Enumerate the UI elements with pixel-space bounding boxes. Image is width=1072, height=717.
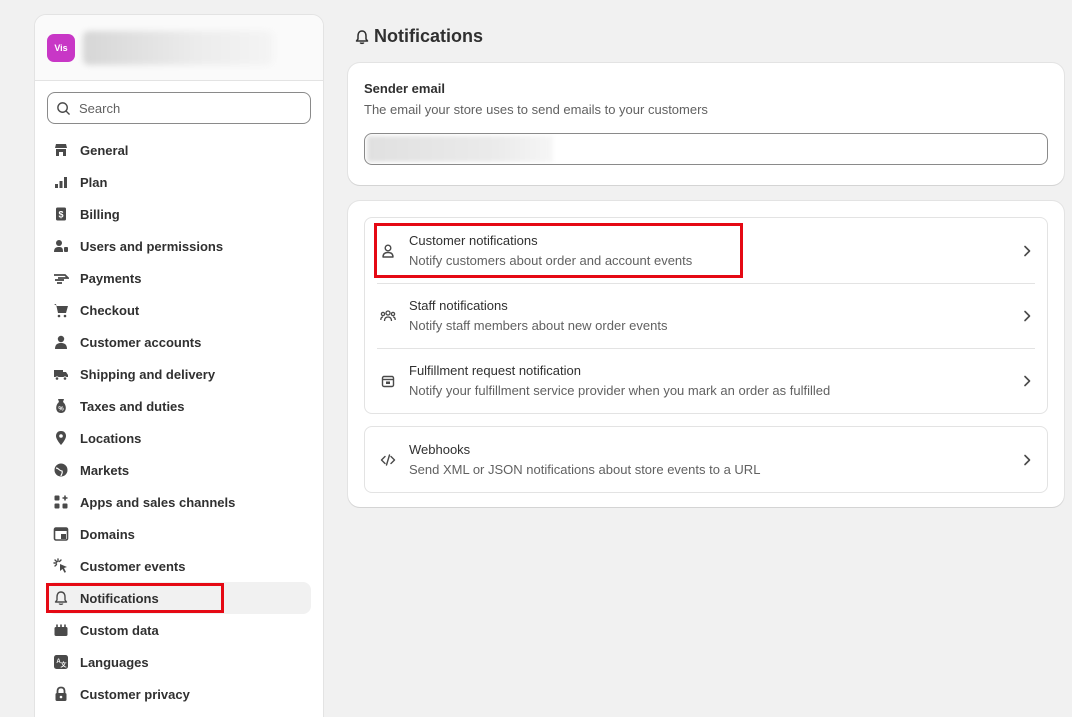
- webhooks-row[interactable]: Webhooks Send XML or JSON notifications …: [365, 427, 1047, 492]
- sidebar-item-users[interactable]: Users and permissions: [47, 230, 311, 262]
- sidebar-item-locations[interactable]: Locations: [47, 422, 311, 454]
- globe-icon: [53, 462, 69, 478]
- custom-data-icon: [53, 622, 69, 638]
- store-name-redacted: [83, 30, 273, 65]
- search-box[interactable]: [47, 92, 311, 124]
- sidebar-item-general[interactable]: General: [47, 134, 311, 166]
- sidebar-item-label: Apps and sales channels: [80, 494, 236, 510]
- sidebar-item-languages[interactable]: A文 Languages: [47, 646, 311, 678]
- sidebar-item-notifications[interactable]: Notifications: [46, 582, 311, 614]
- chevron-right-icon: [1024, 245, 1031, 256]
- sidebar-item-label: Billing: [80, 206, 120, 222]
- sidebar-item-label: Markets: [80, 462, 130, 478]
- sidebar-item-label: Domains: [80, 526, 135, 542]
- svg-text:%: %: [58, 407, 64, 413]
- sidebar-item-shipping[interactable]: Shipping and delivery: [47, 358, 311, 390]
- sidebar-item-label: Users and permissions: [80, 238, 224, 254]
- sidebar-item-label: Customer accounts: [80, 334, 202, 350]
- payments-icon: [53, 270, 69, 286]
- search-icon: [57, 101, 70, 115]
- sidebar-item-label: Languages: [80, 654, 149, 670]
- bell-icon: [355, 29, 369, 44]
- row-description: Notify your fulfillment service provider…: [409, 383, 831, 398]
- sidebar-item-label: General: [80, 142, 129, 158]
- sidebar-item-label: Plan: [80, 174, 108, 190]
- sender-email-card: Sender email The email your store uses t…: [348, 63, 1064, 185]
- sidebar-item-label: Locations: [80, 430, 142, 446]
- sidebar-item-domains[interactable]: Domains: [47, 518, 311, 550]
- webhooks-group: Webhooks Send XML or JSON notifications …: [364, 426, 1048, 493]
- plan-icon: [53, 174, 69, 190]
- fulfillment-notification-row[interactable]: Fulfillment request notification Notify …: [365, 348, 1047, 413]
- svg-text:$: $: [58, 210, 63, 220]
- cart-icon: [53, 302, 69, 318]
- chevron-right-icon: [1024, 310, 1031, 321]
- chevron-right-icon: [1024, 375, 1031, 386]
- sender-email-label: Sender email: [364, 81, 445, 96]
- person-icon: [53, 334, 69, 350]
- staff-notifications-row[interactable]: Staff notifications Notify staff members…: [365, 283, 1047, 348]
- sidebar-item-label: Payments: [80, 270, 142, 286]
- sidebar-item-label: Taxes and duties: [80, 398, 185, 414]
- domain-icon: [53, 526, 69, 542]
- sidebar-item-customer-events[interactable]: Customer events: [47, 550, 311, 582]
- sidebar-item-checkout[interactable]: Checkout: [47, 294, 311, 326]
- sidebar-item-label: Checkout: [80, 302, 140, 318]
- sidebar-item-label: Shipping and delivery: [80, 366, 216, 382]
- notifications-card: Customer notifications Notify customers …: [348, 201, 1064, 507]
- translate-icon: A文: [53, 654, 69, 670]
- sidebar-item-taxes[interactable]: % Taxes and duties: [47, 390, 311, 422]
- svg-text:文: 文: [59, 661, 67, 669]
- customer-notifications-row[interactable]: Customer notifications Notify customers …: [365, 218, 1047, 283]
- sender-email-field[interactable]: [364, 133, 1048, 165]
- chevron-right-icon: [1024, 454, 1031, 465]
- page-title: Notifications: [354, 26, 483, 47]
- code-icon: [379, 451, 397, 469]
- sender-email-redacted: [367, 136, 553, 162]
- package-icon: [379, 372, 397, 390]
- lock-icon: [53, 686, 69, 702]
- tax-icon: %: [53, 398, 69, 414]
- team-icon: [379, 307, 397, 325]
- sidebar-item-plan[interactable]: Plan: [47, 166, 311, 198]
- row-description: Notify staff members about new order eve…: [409, 318, 668, 333]
- highlight-box: [46, 583, 224, 613]
- sidebar-item-billing[interactable]: $ Billing: [47, 198, 311, 230]
- cursor-click-icon: [53, 558, 69, 574]
- billing-icon: $: [53, 206, 69, 222]
- sidebar-item-apps[interactable]: Apps and sales channels: [47, 486, 311, 518]
- page-title-text: Notifications: [374, 26, 484, 46]
- row-title: Webhooks: [409, 442, 471, 457]
- sidebar-item-customer-accounts[interactable]: Customer accounts: [47, 326, 311, 358]
- search-input[interactable]: [79, 100, 299, 116]
- highlight-box: [374, 223, 743, 278]
- store-icon: [53, 142, 69, 158]
- users-icon: [53, 238, 69, 254]
- location-pin-icon: [53, 430, 69, 446]
- apps-icon: [53, 494, 69, 510]
- row-title: Fulfillment request notification: [409, 363, 581, 378]
- settings-sidebar: Vis General Plan $ Billing Users and per…: [34, 14, 324, 717]
- sidebar-item-label: Custom data: [80, 622, 159, 638]
- sidebar-item-label: Customer events: [80, 558, 186, 574]
- notification-group: Customer notifications Notify customers …: [364, 217, 1048, 414]
- store-header[interactable]: Vis: [35, 15, 323, 81]
- sender-email-description: The email your store uses to send emails…: [364, 102, 708, 117]
- sidebar-item-customer-privacy[interactable]: Customer privacy: [47, 678, 311, 710]
- sidebar-item-markets[interactable]: Markets: [47, 454, 311, 486]
- sidebar-item-custom-data[interactable]: Custom data: [47, 614, 311, 646]
- sidebar-item-label: Customer privacy: [80, 686, 190, 702]
- row-description: Send XML or JSON notifications about sto…: [409, 462, 761, 477]
- store-avatar: Vis: [47, 33, 75, 62]
- sidebar-nav: General Plan $ Billing Users and permiss…: [35, 134, 323, 710]
- sidebar-item-payments[interactable]: Payments: [47, 262, 311, 294]
- row-title: Staff notifications: [409, 298, 508, 313]
- truck-icon: [53, 366, 69, 382]
